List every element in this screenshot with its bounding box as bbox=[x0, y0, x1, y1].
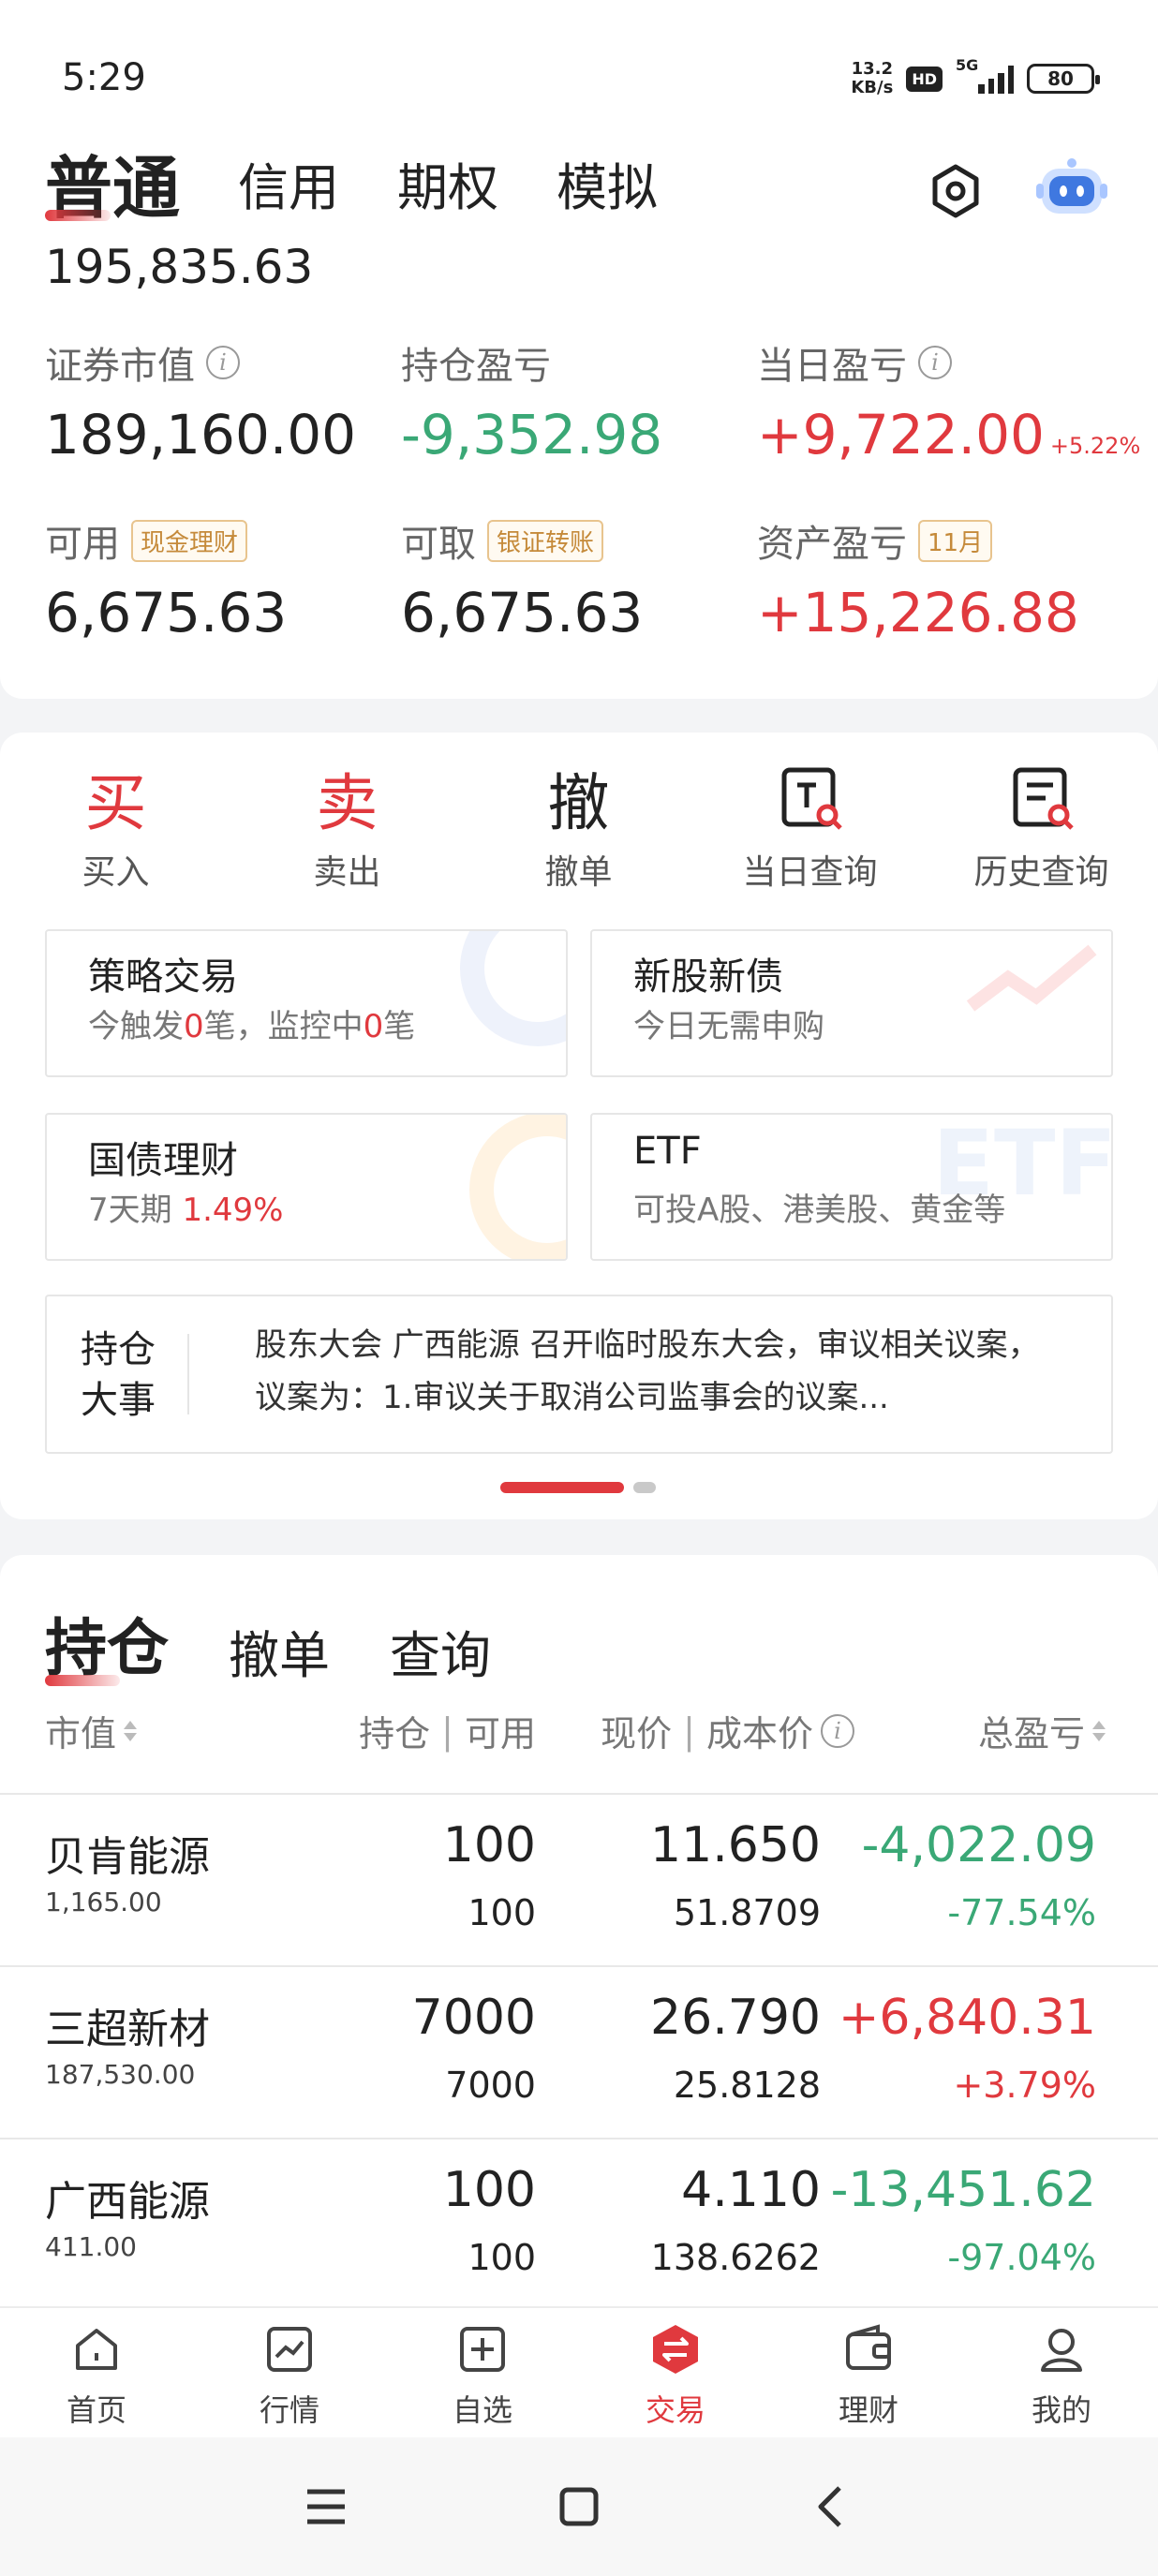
signal-icon: 5G bbox=[956, 56, 1014, 94]
info-icon[interactable]: i bbox=[821, 1713, 854, 1748]
bond-rate-line: 7天期 1.49% bbox=[88, 1192, 284, 1229]
battery-icon: 80 bbox=[1027, 64, 1100, 94]
market-value: 189,160.00 bbox=[45, 403, 357, 466]
available-stat: 可用 现金理财 6,675.63 bbox=[45, 513, 287, 644]
status-icons: 13.2 KB/s HD 5G 80 bbox=[851, 56, 1100, 97]
available-amount: 6,675.63 bbox=[45, 581, 288, 644]
history-query-button[interactable]: 历史查询 bbox=[926, 761, 1157, 894]
tab-normal[interactable]: 普通 bbox=[45, 154, 180, 223]
tab-simulation[interactable]: 模拟 bbox=[557, 154, 658, 223]
etf-card[interactable]: ETF ETF 可投A股、港美股、黄金等 bbox=[590, 1113, 1113, 1261]
chart-icon bbox=[267, 2327, 312, 2372]
col-total-pl[interactable]: 总盈亏 bbox=[978, 1705, 1106, 1756]
news-label: 持仓大事 bbox=[81, 1328, 156, 1422]
ipo-bond-card[interactable]: 新股新债 今日无需申购 bbox=[590, 929, 1113, 1077]
settings-icon[interactable] bbox=[926, 161, 986, 221]
back-icon[interactable] bbox=[809, 2484, 854, 2529]
buy-button[interactable]: 买 买入 bbox=[0, 761, 231, 894]
daily-pl-stat: 当日盈亏 i +9,722.00 +5.22% bbox=[757, 345, 1141, 466]
asset-pl: +15,226.88 bbox=[757, 581, 1079, 644]
buy-icon: 买 bbox=[84, 767, 147, 839]
home-icon bbox=[76, 2329, 117, 2370]
strategy-deco-icon bbox=[460, 931, 566, 1046]
tab-holdings[interactable]: 持仓 bbox=[45, 1598, 169, 1688]
quick-actions: 买 买入 卖 卖出 撤 撤单 当日查询 历史查询 bbox=[0, 761, 1158, 894]
tab-query[interactable]: 查询 bbox=[390, 1614, 491, 1688]
position-pl: -9,352.98 bbox=[401, 403, 663, 466]
today-query-button[interactable]: 当日查询 bbox=[694, 761, 926, 894]
cash-management-tag[interactable]: 现金理财 bbox=[131, 519, 248, 562]
table-row[interactable]: 三超新材 187,530.00 7000 7000 26.790 25.8128… bbox=[0, 1965, 1158, 2138]
strategy-status: 今触发0笔，监控中0笔 bbox=[88, 1008, 416, 1045]
strategy-trading-card[interactable]: 策略交易 今触发0笔，监控中0笔 bbox=[45, 929, 568, 1077]
sell-icon: 卖 bbox=[316, 767, 379, 839]
net-speed: 13.2 KB/s bbox=[851, 59, 894, 97]
daily-pl-percent: +5.22% bbox=[1049, 433, 1141, 459]
cancel-order-button[interactable]: 撤 撤单 bbox=[463, 761, 694, 894]
bank-transfer-tag[interactable]: 银证转账 bbox=[487, 519, 604, 562]
nav-wealth[interactable]: 理财 bbox=[772, 2308, 965, 2437]
sort-icon bbox=[1092, 1720, 1106, 1741]
menu-icon[interactable] bbox=[304, 2484, 349, 2529]
table-row[interactable]: 贝肯能源 1,165.00 100 100 11.650 51.8709 -4,… bbox=[0, 1793, 1158, 1965]
plus-box-icon bbox=[460, 2327, 505, 2372]
status-bar: 5:29 13.2 KB/s HD 5G 80 bbox=[0, 0, 1158, 150]
nav-market[interactable]: 行情 bbox=[193, 2308, 386, 2437]
market-value-stat: 证券市值 i 189,160.00 bbox=[45, 345, 357, 466]
withdrawable-amount: 6,675.63 bbox=[401, 581, 644, 644]
trend-deco-icon bbox=[966, 944, 1097, 1012]
col-position: 持仓 | 可用 bbox=[359, 1710, 536, 1755]
bottom-nav: 首页 行情 自选 交易 理财 我的 bbox=[0, 2306, 1158, 2437]
holdings-tabs: 持仓 撤单 查询 bbox=[45, 1598, 491, 1688]
account-tabs: 普通 信用 期权 模拟 bbox=[45, 154, 658, 223]
nav-watchlist[interactable]: 自选 bbox=[386, 2308, 579, 2437]
home-square-icon[interactable] bbox=[557, 2484, 601, 2529]
sell-button[interactable]: 卖 卖出 bbox=[231, 761, 463, 894]
nav-profile[interactable]: 我的 bbox=[965, 2308, 1158, 2437]
trade-functions: 买 买入 卖 卖出 撤 撤单 当日查询 历史查询 策略交易 今触发0笔，监控中0… bbox=[0, 733, 1158, 1519]
account-summary: 普通 信用 期权 模拟 195,835.63 证券市值 i 189,160.00 … bbox=[0, 150, 1158, 699]
status-time: 5:29 bbox=[62, 56, 146, 99]
carousel-indicator bbox=[500, 1482, 656, 1493]
nav-trade[interactable]: 交易 bbox=[579, 2308, 772, 2437]
wallet-icon bbox=[846, 2324, 891, 2370]
info-icon[interactable]: i bbox=[206, 346, 240, 379]
table-row[interactable]: 广西能源 411.00 100 100 4.110 138.6262 -13,4… bbox=[0, 2138, 1158, 2310]
system-nav-bar bbox=[0, 2437, 1158, 2576]
holdings-news[interactable]: 持仓大事 股东大会 广西能源 召开临时股东大会，审议相关议案，议案为：1.审议关… bbox=[45, 1295, 1113, 1454]
tab-cancel[interactable]: 撤单 bbox=[229, 1614, 330, 1688]
treasury-bond-card[interactable]: 国债理财 7天期 1.49% bbox=[45, 1113, 568, 1261]
col-price: 现价 | 成本价 i bbox=[601, 1705, 854, 1756]
month-tag[interactable]: 11月 bbox=[918, 519, 993, 562]
hd-icon: HD bbox=[906, 66, 943, 92]
today-query-icon bbox=[781, 767, 842, 830]
asset-pl-stat: 资产盈亏 11月 +15,226.88 bbox=[757, 513, 1079, 644]
nav-home[interactable]: 首页 bbox=[0, 2308, 193, 2437]
trade-icon bbox=[653, 2325, 698, 2374]
withdrawable-stat: 可取 银证转账 6,675.63 bbox=[401, 513, 643, 644]
position-pl-stat: 持仓盈亏 -9,352.98 bbox=[401, 345, 663, 466]
tab-options[interactable]: 期权 bbox=[397, 154, 498, 223]
total-asset: 195,835.63 bbox=[45, 240, 314, 294]
user-icon bbox=[1041, 2329, 1082, 2372]
info-icon[interactable]: i bbox=[918, 346, 952, 379]
daily-pl: +9,722.00 +5.22% bbox=[757, 403, 1141, 466]
bond-deco-icon bbox=[469, 1115, 566, 1259]
news-text: 股东大会 广西能源 召开临时股东大会，审议相关议案，议案为：1.审议关于取消公司… bbox=[255, 1326, 1040, 1416]
cancel-order-icon: 撤 bbox=[547, 767, 610, 839]
tab-credit[interactable]: 信用 bbox=[238, 154, 339, 223]
sort-icon bbox=[124, 1720, 138, 1741]
history-query-icon bbox=[1013, 767, 1074, 830]
col-market-value[interactable]: 市值 bbox=[45, 1705, 138, 1756]
assistant-robot-icon[interactable] bbox=[1034, 155, 1109, 221]
